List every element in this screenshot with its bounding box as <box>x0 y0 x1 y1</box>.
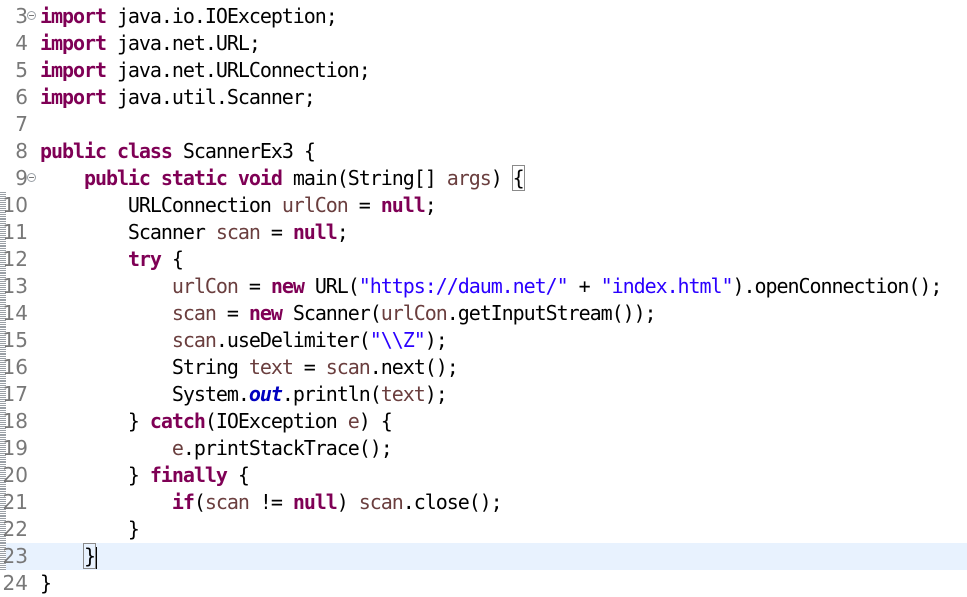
code-line-12[interactable]: 12 try { <box>0 246 967 273</box>
code-line-13[interactable]: 13 urlCon = new URL("https://daum.net/" … <box>0 273 967 300</box>
line-gutter[interactable]: 13 <box>0 273 32 300</box>
code-text[interactable]: import java.io.IOException; <box>40 3 338 30</box>
code-line-16[interactable]: 16 String text = scan.next(); <box>0 354 967 381</box>
code-line-15[interactable]: 15 scan.useDelimiter("\\Z"); <box>0 327 967 354</box>
line-number: 13 <box>2 274 28 298</box>
line-number: 24 <box>2 571 28 595</box>
line-number: 17 <box>2 382 28 406</box>
code-text[interactable]: scan.useDelimiter("\\Z"); <box>40 327 448 354</box>
line-number: 19 <box>2 436 28 460</box>
line-gutter[interactable]: 8 <box>0 138 32 165</box>
line-number: 16 <box>2 355 28 379</box>
line-number: 9 <box>15 166 28 190</box>
line-gutter[interactable]: 24 <box>0 570 32 597</box>
code-line-24[interactable]: 24} <box>0 570 967 597</box>
code-line-14[interactable]: 14 scan = new Scanner(urlCon.getInputStr… <box>0 300 967 327</box>
line-number: 21 <box>2 490 28 514</box>
code-line-22[interactable]: 22 } <box>0 516 967 543</box>
line-gutter[interactable]: 12 <box>0 246 32 273</box>
line-gutter[interactable]: 20 <box>0 462 32 489</box>
fold-toggle-icon[interactable] <box>27 11 36 20</box>
line-gutter[interactable]: 23 <box>0 543 32 570</box>
fold-toggle-icon[interactable] <box>27 173 36 182</box>
line-gutter[interactable]: 14 <box>0 300 32 327</box>
line-gutter[interactable]: 16 <box>0 354 32 381</box>
line-gutter[interactable]: 4 <box>0 30 32 57</box>
code-line-10[interactable]: 10 URLConnection urlCon = null; <box>0 192 967 219</box>
code-text[interactable]: urlCon = new URL("https://daum.net/" + "… <box>40 273 943 300</box>
line-gutter[interactable]: 18 <box>0 408 32 435</box>
line-gutter[interactable]: 15 <box>0 327 32 354</box>
line-gutter[interactable]: 11 <box>0 219 32 246</box>
code-text[interactable]: } <box>40 516 140 543</box>
code-text[interactable]: String text = scan.next(); <box>40 354 459 381</box>
line-number: 18 <box>2 409 28 433</box>
line-number: 8 <box>15 139 28 163</box>
code-text[interactable]: public static void main(String[] args) { <box>40 165 525 192</box>
line-number: 12 <box>2 247 28 271</box>
code-line-5[interactable]: 5 import java.net.URLConnection; <box>0 57 967 84</box>
line-gutter[interactable]: 7 <box>0 111 32 138</box>
line-number: 3 <box>15 4 28 28</box>
code-text[interactable]: } <box>40 543 97 570</box>
code-line-23[interactable]: 23 } <box>0 543 967 570</box>
line-number: 20 <box>2 463 28 487</box>
line-number: 4 <box>15 31 28 55</box>
code-text[interactable]: } catch(IOException e) { <box>40 408 393 435</box>
code-line-4[interactable]: 4 import java.net.URL; <box>0 30 967 57</box>
line-gutter[interactable]: 21 <box>0 489 32 516</box>
code-editor[interactable]: 3 import java.io.IOException; 4 import java… <box>0 0 967 595</box>
code-text[interactable]: } <box>40 570 52 597</box>
code-text[interactable]: import java.net.URL; <box>40 30 261 57</box>
code-line-7[interactable]: 7 <box>0 111 967 138</box>
code-text[interactable]: import java.net.URLConnection; <box>40 57 371 84</box>
line-number: 6 <box>15 85 28 109</box>
line-number: 22 <box>2 517 28 541</box>
text-cursor <box>95 546 97 569</box>
code-line-21[interactable]: 21 if(scan != null) scan.close(); <box>0 489 967 516</box>
code-line-6[interactable]: 6 import java.util.Scanner; <box>0 84 967 111</box>
line-number: 7 <box>15 112 28 136</box>
line-number: 5 <box>15 58 28 82</box>
line-gutter[interactable]: 19 <box>0 435 32 462</box>
code-text[interactable]: e.printStackTrace(); <box>40 435 393 462</box>
code-text[interactable]: public class ScannerEx3 { <box>40 138 316 165</box>
code-text[interactable]: URLConnection urlCon = null; <box>40 192 437 219</box>
code-text[interactable]: } finally { <box>40 462 250 489</box>
code-line-3[interactable]: 3 import java.io.IOException; <box>0 3 967 30</box>
line-number: 10 <box>2 193 28 217</box>
code-line-18[interactable]: 18 } catch(IOException e) { <box>0 408 967 435</box>
code-line-8[interactable]: 8 public class ScannerEx3 { <box>0 138 967 165</box>
line-gutter[interactable]: 22 <box>0 516 32 543</box>
line-number: 15 <box>2 328 28 352</box>
code-line-9[interactable]: 9 public static void main(String[] args)… <box>0 165 967 192</box>
line-gutter[interactable]: 10 <box>0 192 32 219</box>
code-text[interactable]: try { <box>40 246 184 273</box>
line-gutter[interactable]: 5 <box>0 57 32 84</box>
code-text[interactable]: Scanner scan = null; <box>40 219 349 246</box>
code-line-19[interactable]: 19 e.printStackTrace(); <box>0 435 967 462</box>
line-gutter[interactable]: 17 <box>0 381 32 408</box>
line-number: 23 <box>2 544 28 568</box>
code-text[interactable]: if(scan != null) scan.close(); <box>40 489 503 516</box>
code-line-11[interactable]: 11 Scanner scan = null; <box>0 219 967 246</box>
code-line-17[interactable]: 17 System.out.println(text); <box>0 381 967 408</box>
line-number: 11 <box>2 220 28 244</box>
code-text[interactable]: System.out.println(text); <box>40 381 448 408</box>
line-gutter[interactable]: 6 <box>0 84 32 111</box>
line-number: 14 <box>2 301 28 325</box>
code-text[interactable]: import java.util.Scanner; <box>40 84 316 111</box>
code-text[interactable]: scan = new Scanner(urlCon.getInputStream… <box>40 300 657 327</box>
code-line-20[interactable]: 20 } finally { <box>0 462 967 489</box>
